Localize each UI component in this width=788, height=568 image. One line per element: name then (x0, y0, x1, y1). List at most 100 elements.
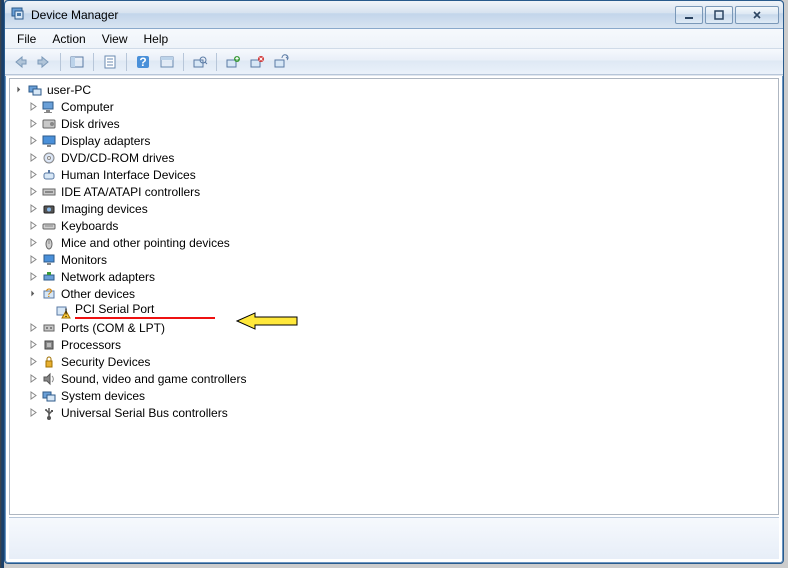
disable-button[interactable] (270, 51, 292, 73)
expander-icon[interactable] (28, 203, 39, 214)
cpu-icon (41, 337, 57, 353)
node-label: Other devices (59, 287, 137, 301)
imaging-icon (41, 201, 57, 217)
annotation-arrow-icon (235, 311, 299, 334)
expander-icon[interactable] (28, 101, 39, 112)
statusbar (9, 517, 779, 559)
expander-icon[interactable] (28, 254, 39, 265)
tree-category[interactable]: Disk drives (28, 115, 778, 132)
tree-category[interactable]: Ports (COM & LPT) (28, 319, 778, 336)
node-label: Computer (59, 100, 116, 114)
close-button[interactable] (735, 6, 779, 24)
expander-icon[interactable] (28, 169, 39, 180)
minimize-button[interactable] (675, 6, 703, 24)
display-icon (41, 133, 57, 149)
node-label: IDE ATA/ATAPI controllers (59, 185, 202, 199)
expander-icon[interactable] (28, 322, 39, 333)
back-button[interactable] (9, 51, 31, 73)
node-label: Network adapters (59, 270, 157, 284)
node-label: Monitors (59, 253, 109, 267)
tree-category[interactable]: Security Devices (28, 353, 778, 370)
tree-category[interactable]: System devices (28, 387, 778, 404)
maximize-button[interactable] (705, 6, 733, 24)
node-label: Mice and other pointing devices (59, 236, 232, 250)
node-label: Keyboards (59, 219, 120, 233)
expander-icon[interactable] (14, 84, 25, 95)
help-button[interactable]: ? (132, 51, 154, 73)
node-label: Security Devices (59, 355, 152, 369)
ports-icon (41, 320, 57, 336)
client-area: user-PC Computer Disk drives Display adapte… (5, 75, 783, 563)
node-label: Universal Serial Bus controllers (59, 406, 230, 420)
tree-category[interactable]: Imaging devices (28, 200, 778, 217)
tree-category[interactable]: Computer (28, 98, 778, 115)
expander-icon[interactable] (28, 288, 39, 299)
unknown-warn-icon: ! (55, 303, 71, 319)
expander-icon[interactable] (28, 339, 39, 350)
menu-file[interactable]: File (9, 29, 44, 48)
node-label: Ports (COM & LPT) (59, 321, 167, 335)
expander-icon[interactable] (28, 220, 39, 231)
tree-category[interactable]: Sound, video and game controllers (28, 370, 778, 387)
menubar: File Action View Help (5, 29, 783, 49)
tree-root[interactable]: user-PC (14, 81, 778, 98)
tree-category[interactable]: ?Other devices (28, 285, 778, 302)
computer-icon (27, 82, 43, 98)
tree-category[interactable]: Keyboards (28, 217, 778, 234)
tree-category[interactable]: Mice and other pointing devices (28, 234, 778, 251)
usb-icon (41, 405, 57, 421)
menu-help[interactable]: Help (136, 29, 177, 48)
expander-icon[interactable] (28, 271, 39, 282)
expander-icon[interactable] (28, 118, 39, 129)
device-tree[interactable]: user-PC Computer Disk drives Display adapte… (9, 78, 779, 515)
expander-icon[interactable] (28, 152, 39, 163)
node-label: Display adapters (59, 134, 152, 148)
action-button[interactable] (156, 51, 178, 73)
computer-icon (41, 99, 57, 115)
window-title-text: Device Manager (31, 8, 118, 22)
node-label: Sound, video and game controllers (59, 372, 248, 386)
expander-icon[interactable] (28, 407, 39, 418)
device-manager-window: Device Manager File Action View Help ? u… (4, 0, 784, 564)
app-icon (11, 5, 27, 24)
menu-view[interactable]: View (94, 29, 136, 48)
tree-category[interactable]: Human Interface Devices (28, 166, 778, 183)
svg-text:?: ? (139, 55, 146, 69)
show-hide-console-button[interactable] (66, 51, 88, 73)
tree-category[interactable]: Universal Serial Bus controllers (28, 404, 778, 421)
tree-category[interactable]: Display adapters (28, 132, 778, 149)
update-driver-button[interactable] (222, 51, 244, 73)
node-label: user-PC (45, 83, 93, 97)
tree-category[interactable]: Processors (28, 336, 778, 353)
expander-icon[interactable] (28, 390, 39, 401)
menu-action[interactable]: Action (44, 29, 93, 48)
svg-text:!: ! (64, 306, 67, 319)
node-label: Imaging devices (59, 202, 150, 216)
forward-button[interactable] (33, 51, 55, 73)
expander-icon[interactable] (28, 237, 39, 248)
node-label: PCI Serial Port (73, 302, 217, 319)
tree-category[interactable]: DVD/CD-ROM drives (28, 149, 778, 166)
ide-icon (41, 184, 57, 200)
uninstall-button[interactable] (246, 51, 268, 73)
node-label: Disk drives (59, 117, 122, 131)
tree-category[interactable]: Monitors (28, 251, 778, 268)
titlebar[interactable]: Device Manager (5, 1, 783, 29)
expander-icon[interactable] (28, 135, 39, 146)
tree-category[interactable]: Network adapters (28, 268, 778, 285)
expander-icon[interactable] (28, 356, 39, 367)
node-label: Human Interface Devices (59, 168, 198, 182)
mouse-icon (41, 235, 57, 251)
tree-device[interactable]: ! PCI Serial Port (42, 302, 778, 319)
scan-hardware-button[interactable] (189, 51, 211, 73)
properties-button[interactable] (99, 51, 121, 73)
expander-icon[interactable] (28, 186, 39, 197)
toolbar: ? (5, 49, 783, 75)
tree-category[interactable]: IDE ATA/ATAPI controllers (28, 183, 778, 200)
system-icon (41, 388, 57, 404)
hid-icon (41, 167, 57, 183)
node-label: System devices (59, 389, 147, 403)
expander-icon[interactable] (28, 373, 39, 384)
security-icon (41, 354, 57, 370)
window-title: Device Manager (11, 5, 675, 24)
